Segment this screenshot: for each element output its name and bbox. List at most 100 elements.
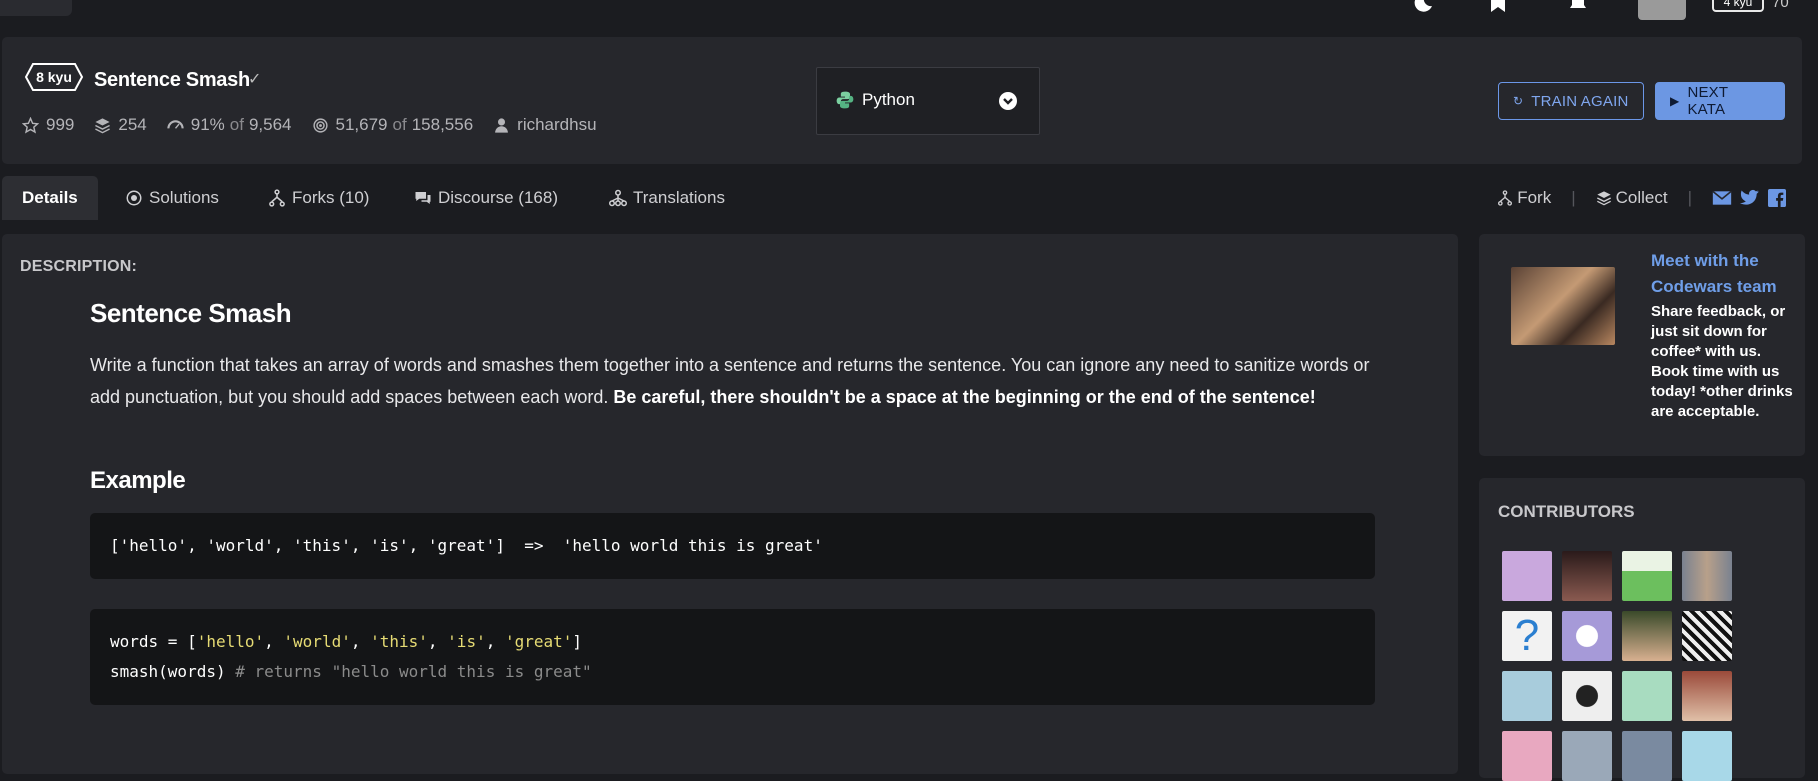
- satisfaction-stat: 91% of 9,564: [167, 115, 292, 135]
- satisfaction-total: 9,564: [248, 115, 292, 134]
- ad-photo[interactable]: [1511, 267, 1615, 345]
- ad-text: Share feedback, or just sit down for cof…: [1651, 303, 1793, 420]
- avatar[interactable]: ?: [1502, 611, 1552, 661]
- chevron-down-icon[interactable]: [999, 92, 1017, 110]
- ad-title-link[interactable]: Meet with the Codewars team: [1651, 248, 1801, 300]
- comments-icon: [415, 192, 431, 204]
- collections-stat: 254: [94, 115, 147, 135]
- tab-solutions[interactable]: Solutions: [125, 176, 219, 220]
- refresh-icon: ↻: [1513, 94, 1524, 108]
- description-warning: Be careful, there shouldn't be a space a…: [613, 387, 1316, 407]
- collect-label: Collect: [1615, 188, 1668, 207]
- email-share-icon[interactable]: [1712, 190, 1732, 206]
- code-string: 'is': [447, 632, 486, 651]
- author-name[interactable]: richardhsu: [517, 115, 596, 135]
- satisfaction-of: of: [229, 115, 244, 134]
- twitter-share-icon[interactable]: [1740, 189, 1760, 207]
- tab-actions: Fork | Collect |: [1497, 174, 1802, 222]
- kyu-badge: 8 kyu: [24, 62, 84, 92]
- description-content: Sentence Smash Write a function that tak…: [90, 298, 1375, 735]
- code-string: 'world': [283, 632, 351, 651]
- code-comment: # returns "hello world this is great": [235, 662, 592, 681]
- avatar[interactable]: [1682, 611, 1732, 661]
- avatar[interactable]: [1622, 671, 1672, 721]
- tab-details[interactable]: Details: [2, 176, 98, 220]
- bookmark-icon[interactable]: [1486, 0, 1510, 14]
- user-honor: 70: [1772, 0, 1789, 11]
- facebook-share-icon[interactable]: [1768, 189, 1786, 207]
- target-icon: [126, 190, 142, 206]
- tab-label: Details: [22, 188, 78, 207]
- avatar[interactable]: [1562, 611, 1612, 661]
- kata-header: 8 kyu Sentence Smash ✓ 999 254 91% of 9,…: [2, 37, 1802, 164]
- target-icon: [312, 117, 328, 133]
- tab-forks[interactable]: Forks (10): [268, 176, 369, 220]
- train-again-label: TRAIN AGAIN: [1531, 92, 1629, 110]
- tab-translations[interactable]: Translations: [609, 176, 725, 220]
- contributors-heading: CONTRIBUTORS: [1498, 502, 1635, 521]
- language-name: Python: [862, 90, 915, 109]
- next-kata-label: NEXT KATA: [1687, 84, 1728, 118]
- stars-count: 999: [46, 115, 75, 134]
- next-kata-button[interactable]: ▶ NEXT KATA: [1655, 82, 1785, 120]
- star-icon: [22, 116, 39, 134]
- moon-icon[interactable]: [1410, 0, 1434, 14]
- gauge-icon: [167, 119, 184, 129]
- codewars-team-ad[interactable]: Meet with the Codewars team Share feedba…: [1479, 234, 1805, 456]
- completed-check-icon: ✓: [248, 71, 262, 88]
- language-select[interactable]: Python: [816, 67, 1040, 135]
- collections-count: 254: [118, 115, 147, 134]
- example-code-block: ['hello', 'world', 'this', 'is', 'great'…: [90, 513, 1375, 579]
- completed-total: 158,556: [411, 115, 474, 134]
- tab-label: Translations: [633, 188, 725, 207]
- fork-icon: [269, 189, 285, 207]
- avatar[interactable]: [1562, 551, 1612, 601]
- fork-button[interactable]: Fork: [1497, 188, 1551, 208]
- code-string: 'great': [504, 632, 573, 651]
- avatar[interactable]: [1502, 671, 1552, 721]
- code-token: smash(words): [110, 662, 236, 681]
- avatar[interactable]: [1622, 731, 1672, 781]
- user-avatar[interactable]: [1638, 0, 1686, 20]
- code-token: ,: [350, 632, 371, 651]
- train-again-button[interactable]: ↻ TRAIN AGAIN: [1498, 82, 1644, 120]
- satisfaction-percent: 91%: [190, 115, 225, 134]
- python-code-block: words = ['hello', 'world', 'this', 'is',…: [90, 609, 1375, 705]
- code-line: ['hello', 'world', 'this', 'is', 'great'…: [110, 536, 823, 555]
- code-token: ,: [264, 632, 284, 651]
- avatar[interactable]: [1502, 731, 1552, 781]
- separator: |: [1571, 188, 1576, 207]
- tab-label: Discourse (168): [438, 188, 558, 207]
- completed-stat: 51,679 of 158,556: [312, 115, 474, 135]
- avatar[interactable]: [1682, 671, 1732, 721]
- completed-of: of: [392, 115, 407, 134]
- avatar[interactable]: [1622, 611, 1672, 661]
- layers-icon: [95, 117, 111, 133]
- avatar[interactable]: [1682, 551, 1732, 601]
- tab-discourse[interactable]: Discourse (168): [414, 176, 558, 220]
- description-panel: DESCRIPTION: Sentence Smash Write a func…: [2, 234, 1458, 774]
- logo[interactable]: [0, 0, 72, 16]
- completed-count: 51,679: [335, 115, 388, 134]
- avatar[interactable]: [1562, 731, 1612, 781]
- avatar[interactable]: [1502, 551, 1552, 601]
- example-heading: Example: [90, 467, 186, 494]
- bell-icon[interactable]: [1566, 0, 1590, 14]
- avatar[interactable]: [1562, 671, 1612, 721]
- collect-button[interactable]: Collect: [1596, 188, 1668, 208]
- avatar[interactable]: [1682, 731, 1732, 781]
- fork-label: Fork: [1517, 188, 1552, 207]
- code-token: ,: [485, 632, 505, 651]
- user-icon: [495, 117, 509, 133]
- sitemap-icon: [609, 189, 627, 207]
- contributors-grid: ?: [1502, 551, 1742, 781]
- python-icon: [836, 91, 854, 109]
- kata-title: Sentence Smash: [94, 69, 250, 91]
- tab-label: Forks (10): [292, 188, 370, 207]
- code-line: smash(words) # returns "hello world this…: [110, 657, 1355, 687]
- avatar[interactable]: [1622, 551, 1672, 601]
- stars-stat[interactable]: 999: [22, 115, 74, 135]
- code-token: ,: [427, 632, 448, 651]
- description-label: DESCRIPTION:: [20, 258, 138, 275]
- author-stat[interactable]: richardhsu: [493, 115, 597, 135]
